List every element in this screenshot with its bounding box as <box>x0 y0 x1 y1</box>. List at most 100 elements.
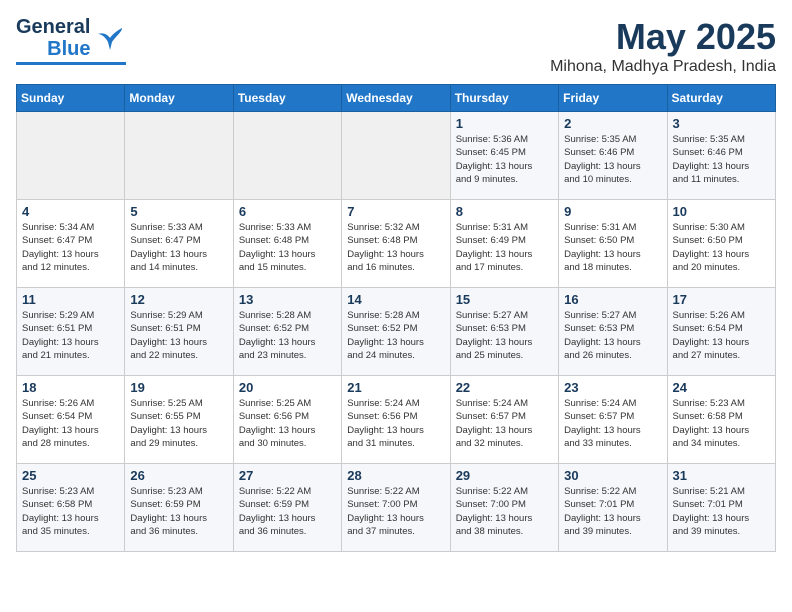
day-number: 7 <box>347 204 444 219</box>
calendar-cell: 12 Sunrise: 5:29 AM Sunset: 6:51 PM Dayli… <box>125 288 233 376</box>
calendar-cell: 27Sunrise: 5:22 AM Sunset: 6:59 PM Dayli… <box>233 464 341 552</box>
day-number: 26 <box>130 468 227 483</box>
day-number: 17 <box>673 292 770 307</box>
cell-sun-info: Sunrise: 5:28 AM Sunset: 6:52 PM Dayligh… <box>239 309 336 362</box>
calendar-cell: 22 Sunrise: 5:24 AM Sunset: 6:57 PM Dayli… <box>450 376 558 464</box>
cell-sun-info: Sunrise: 5:24 AM Sunset: 6:57 PM Dayligh… <box>564 397 661 450</box>
day-number: 11 <box>22 292 119 307</box>
day-number: 20 <box>239 380 336 395</box>
cell-sun-info: Sunrise: 5:36 AM Sunset: 6:45 PM Dayligh… <box>456 133 553 186</box>
cell-sun-info: Sunrise: 5:27 AM Sunset: 6:53 PM Dayligh… <box>564 309 661 362</box>
day-number: 12 <box>130 292 227 307</box>
calendar-cell: 15 Sunrise: 5:27 AM Sunset: 6:53 PM Dayli… <box>450 288 558 376</box>
cell-sun-info: Sunrise: 5:30 AM Sunset: 6:50 PM Dayligh… <box>673 221 770 274</box>
cell-sun-info: Sunrise: 5:31 AM Sunset: 6:49 PM Dayligh… <box>456 221 553 274</box>
day-number: 23 <box>564 380 661 395</box>
cell-sun-info: Sunrise: 5:29 AM Sunset: 6:51 PM Dayligh… <box>22 309 119 362</box>
day-number: 25 <box>22 468 119 483</box>
calendar-cell: 20 Sunrise: 5:25 AM Sunset: 6:56 PM Dayli… <box>233 376 341 464</box>
logo-bird-icon <box>94 22 126 54</box>
title-block: May 2025 Mihona, Madhya Pradesh, India <box>550 16 776 76</box>
weekday-header-row: SundayMondayTuesdayWednesdayThursdayFrid… <box>17 85 776 112</box>
cell-sun-info: Sunrise: 5:32 AM Sunset: 6:48 PM Dayligh… <box>347 221 444 274</box>
day-number: 19 <box>130 380 227 395</box>
calendar-week-row: 4 Sunrise: 5:34 AM Sunset: 6:47 PM Daylig… <box>17 200 776 288</box>
calendar-cell: 11 Sunrise: 5:29 AM Sunset: 6:51 PM Dayli… <box>17 288 125 376</box>
cell-sun-info: Sunrise: 5:26 AM Sunset: 6:54 PM Dayligh… <box>673 309 770 362</box>
logo-underline <box>16 62 126 65</box>
calendar-cell <box>342 112 450 200</box>
cell-sun-info: Sunrise: 5:35 AM Sunset: 6:46 PM Dayligh… <box>564 133 661 186</box>
day-number: 30 <box>564 468 661 483</box>
day-number: 9 <box>564 204 661 219</box>
day-number: 6 <box>239 204 336 219</box>
cell-sun-info: Sunrise: 5:33 AM Sunset: 6:48 PM Dayligh… <box>239 221 336 274</box>
day-number: 15 <box>456 292 553 307</box>
calendar-cell: 5 Sunrise: 5:33 AM Sunset: 6:47 PM Daylig… <box>125 200 233 288</box>
calendar-cell: 25 Sunrise: 5:23 AM Sunset: 6:58 PM Dayli… <box>17 464 125 552</box>
cell-sun-info: Sunrise: 5:22 AM Sunset: 7:00 PM Dayligh… <box>456 485 553 538</box>
calendar-cell: 2 Sunrise: 5:35 AM Sunset: 6:46 PM Daylig… <box>559 112 667 200</box>
calendar-week-row: 25 Sunrise: 5:23 AM Sunset: 6:58 PM Dayli… <box>17 464 776 552</box>
calendar-cell <box>233 112 341 200</box>
weekday-header-saturday: Saturday <box>667 85 775 112</box>
calendar-cell: 17 Sunrise: 5:26 AM Sunset: 6:54 PM Dayli… <box>667 288 775 376</box>
calendar-cell: 24Sunrise: 5:23 AM Sunset: 6:58 PM Dayli… <box>667 376 775 464</box>
day-number: 5 <box>130 204 227 219</box>
calendar-cell: 30 Sunrise: 5:22 AM Sunset: 7:01 PM Dayli… <box>559 464 667 552</box>
calendar-cell: 4 Sunrise: 5:34 AM Sunset: 6:47 PM Daylig… <box>17 200 125 288</box>
month-year-title: May 2025 <box>550 16 776 58</box>
cell-sun-info: Sunrise: 5:24 AM Sunset: 6:57 PM Dayligh… <box>456 397 553 450</box>
cell-sun-info: Sunrise: 5:26 AM Sunset: 6:54 PM Dayligh… <box>22 397 119 450</box>
calendar-cell <box>125 112 233 200</box>
calendar-week-row: 18 Sunrise: 5:26 AM Sunset: 6:54 PM Dayli… <box>17 376 776 464</box>
cell-sun-info: Sunrise: 5:35 AM Sunset: 6:46 PM Dayligh… <box>673 133 770 186</box>
cell-sun-info: Sunrise: 5:29 AM Sunset: 6:51 PM Dayligh… <box>130 309 227 362</box>
calendar-cell: 10Sunrise: 5:30 AM Sunset: 6:50 PM Dayli… <box>667 200 775 288</box>
calendar-cell: 7 Sunrise: 5:32 AM Sunset: 6:48 PM Daylig… <box>342 200 450 288</box>
calendar-cell: 31Sunrise: 5:21 AM Sunset: 7:01 PM Dayli… <box>667 464 775 552</box>
weekday-header-wednesday: Wednesday <box>342 85 450 112</box>
cell-sun-info: Sunrise: 5:22 AM Sunset: 7:01 PM Dayligh… <box>564 485 661 538</box>
cell-sun-info: Sunrise: 5:22 AM Sunset: 7:00 PM Dayligh… <box>347 485 444 538</box>
weekday-header-friday: Friday <box>559 85 667 112</box>
day-number: 21 <box>347 380 444 395</box>
cell-sun-info: Sunrise: 5:23 AM Sunset: 6:59 PM Dayligh… <box>130 485 227 538</box>
day-number: 2 <box>564 116 661 131</box>
cell-sun-info: Sunrise: 5:25 AM Sunset: 6:55 PM Dayligh… <box>130 397 227 450</box>
day-number: 13 <box>239 292 336 307</box>
cell-sun-info: Sunrise: 5:28 AM Sunset: 6:52 PM Dayligh… <box>347 309 444 362</box>
calendar-cell <box>17 112 125 200</box>
day-number: 16 <box>564 292 661 307</box>
calendar-cell: 28 Sunrise: 5:22 AM Sunset: 7:00 PM Dayli… <box>342 464 450 552</box>
day-number: 22 <box>456 380 553 395</box>
cell-sun-info: Sunrise: 5:34 AM Sunset: 6:47 PM Dayligh… <box>22 221 119 274</box>
calendar-cell: 6 Sunrise: 5:33 AM Sunset: 6:48 PM Daylig… <box>233 200 341 288</box>
calendar-cell: 9Sunrise: 5:31 AM Sunset: 6:50 PM Daylig… <box>559 200 667 288</box>
calendar-cell: 16 Sunrise: 5:27 AM Sunset: 6:53 PM Dayli… <box>559 288 667 376</box>
cell-sun-info: Sunrise: 5:21 AM Sunset: 7:01 PM Dayligh… <box>673 485 770 538</box>
cell-sun-info: Sunrise: 5:33 AM Sunset: 6:47 PM Dayligh… <box>130 221 227 274</box>
day-number: 18 <box>22 380 119 395</box>
cell-sun-info: Sunrise: 5:23 AM Sunset: 6:58 PM Dayligh… <box>22 485 119 538</box>
calendar-week-row: 11 Sunrise: 5:29 AM Sunset: 6:51 PM Dayli… <box>17 288 776 376</box>
calendar-cell: 29 Sunrise: 5:22 AM Sunset: 7:00 PM Dayli… <box>450 464 558 552</box>
calendar-cell: 19 Sunrise: 5:25 AM Sunset: 6:55 PM Dayli… <box>125 376 233 464</box>
cell-sun-info: Sunrise: 5:25 AM Sunset: 6:56 PM Dayligh… <box>239 397 336 450</box>
logo-general: General <box>16 16 90 38</box>
cell-sun-info: Sunrise: 5:22 AM Sunset: 6:59 PM Dayligh… <box>239 485 336 538</box>
day-number: 28 <box>347 468 444 483</box>
calendar-cell: 13 Sunrise: 5:28 AM Sunset: 6:52 PM Dayli… <box>233 288 341 376</box>
logo-blue: Blue <box>47 38 90 60</box>
calendar-cell: 18 Sunrise: 5:26 AM Sunset: 6:54 PM Dayli… <box>17 376 125 464</box>
day-number: 8 <box>456 204 553 219</box>
cell-sun-info: Sunrise: 5:27 AM Sunset: 6:53 PM Dayligh… <box>456 309 553 362</box>
calendar-cell: 8 Sunrise: 5:31 AM Sunset: 6:49 PM Daylig… <box>450 200 558 288</box>
day-number: 29 <box>456 468 553 483</box>
logo: General Blue <box>16 16 126 65</box>
weekday-header-monday: Monday <box>125 85 233 112</box>
day-number: 4 <box>22 204 119 219</box>
calendar-cell: 1 Sunrise: 5:36 AM Sunset: 6:45 PM Daylig… <box>450 112 558 200</box>
day-number: 1 <box>456 116 553 131</box>
calendar-cell: 21Sunrise: 5:24 AM Sunset: 6:56 PM Dayli… <box>342 376 450 464</box>
